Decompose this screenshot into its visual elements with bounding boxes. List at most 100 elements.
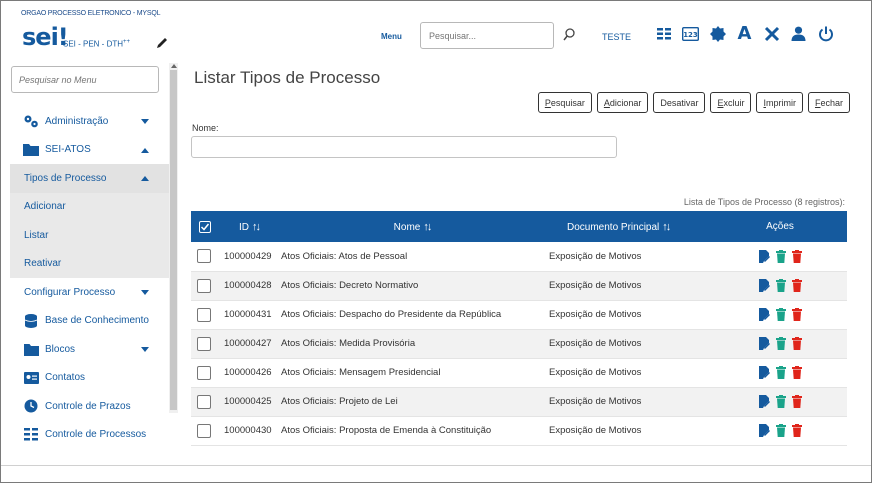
select-all-checkbox[interactable] [199,220,211,233]
row-checkbox[interactable] [197,365,211,380]
sei-logo[interactable]: sei! [22,23,69,51]
sidebar-scrollbar[interactable] [169,63,178,413]
menu-toggle-link[interactable]: Menu [381,32,402,41]
sidebar-menu: Administração SEI-ATOS Tipos de Processo… [10,63,169,457]
edit-icon[interactable] [758,279,770,292]
fechar-button[interactable]: Fechar [807,92,850,113]
sidebar-item-tipos-de-processo[interactable]: Tipos de Processo [10,164,169,193]
row-name: Atos Oficiais: Mensagem Presidencial [281,358,543,388]
row-checkbox-cell[interactable] [191,329,219,359]
user-icon[interactable] [790,25,807,42]
sort-arrows-icon[interactable]: ↑↓ [252,221,261,233]
row-checkbox-cell[interactable] [191,416,219,446]
doc-column-header[interactable]: Documento Principal ↑↓ [543,211,713,242]
edit-icon[interactable] [758,249,770,263]
table-row[interactable]: 100000427 Atos Oficiais: Medida Provisóri… [191,329,847,359]
scroll-up-arrow-icon[interactable] [171,64,177,68]
sidebar-item-adicionar[interactable]: Adicionar [10,192,169,221]
row-id: 100000426 [219,358,281,388]
excluir-button[interactable]: Excluir [710,92,752,113]
contrast-icon[interactable]: 123 [682,25,699,42]
desativar-button[interactable]: Desativar [653,92,706,113]
unit-selector-link[interactable]: TESTE [602,32,631,42]
deactivate-trash-icon[interactable] [775,424,786,437]
tools-icon[interactable] [763,25,780,42]
deactivate-trash-icon[interactable] [775,308,786,321]
row-checkbox[interactable] [197,336,211,351]
delete-trash-icon[interactable] [791,337,802,350]
row-checkbox[interactable] [197,423,211,438]
deactivate-trash-icon[interactable] [775,337,786,350]
id-column-header[interactable]: ID ↑↓ [219,211,281,242]
pencil-icon[interactable] [156,37,168,49]
row-checkbox-cell[interactable] [191,271,219,301]
imprimir-button[interactable]: Imprimir [756,92,803,113]
deactivate-trash-icon[interactable] [775,366,786,379]
sidebar-item-blocos[interactable]: Blocos [10,335,169,364]
sidebar-item-listar[interactable]: Listar [10,221,169,250]
row-checkbox-cell[interactable] [191,242,219,272]
row-checkbox[interactable] [197,394,211,409]
sidebar-item-administracao[interactable]: Administração [10,107,169,136]
row-actions [713,329,847,359]
row-checkbox-cell[interactable] [191,387,219,417]
delete-trash-icon[interactable] [791,279,802,292]
edit-icon[interactable] [758,308,770,321]
table-row[interactable]: 100000428 Atos Oficiais: Decreto Normativ… [191,271,847,301]
table-caption: Lista de Tipos de Processo (8 registros)… [683,197,845,207]
row-checkbox[interactable] [197,249,211,264]
chevron-up-icon [141,176,149,181]
row-checkbox-cell[interactable] [191,358,219,388]
scrollbar-thumb[interactable] [170,70,177,410]
row-checkbox[interactable] [197,307,211,322]
delete-trash-icon[interactable] [791,366,802,379]
sidebar-item-label: Blocos [45,343,76,355]
pesquisar-button[interactable]: Pesquisar [537,92,592,113]
sidebar-item-label: Controle de Prazos [45,400,131,412]
delete-trash-icon[interactable] [791,249,802,263]
deactivate-trash-icon[interactable] [775,395,786,408]
table-row[interactable]: 100000430 Atos Oficiais: Proposta de Emen… [191,416,847,446]
search-icon[interactable] [563,28,575,42]
power-icon[interactable] [817,25,834,42]
sort-arrows-icon[interactable]: ↑↓ [423,221,432,233]
delete-trash-icon[interactable] [791,424,802,437]
menu-search-input[interactable] [11,66,159,93]
row-checkbox[interactable] [197,278,211,293]
select-all-header[interactable] [191,211,219,242]
deactivate-trash-icon[interactable] [775,249,786,263]
row-checkbox-cell[interactable] [191,300,219,330]
table-row[interactable]: 100000425 Atos Oficiais: Projeto de Lei Ex… [191,387,847,417]
deactivate-trash-icon[interactable] [775,279,786,292]
delete-trash-icon[interactable] [791,308,802,321]
sidebar-item-reativar[interactable]: Reativar [10,249,169,278]
sidebar-item-controle-de-prazos[interactable]: Controle de Prazos [10,392,169,421]
action-buttons: Pesquisar Adicionar Desativar Excluir Im… [537,92,850,113]
global-search-input[interactable] [420,22,554,49]
sidebar-item-configurar-processo[interactable]: Configurar Processo [10,278,169,307]
sidebar-item-label: Reativar [24,258,62,270]
sidebar-item-sei-atos[interactable]: SEI-ATOS [10,136,169,165]
edit-icon[interactable] [758,366,770,379]
row-actions [713,387,847,417]
edit-icon[interactable] [758,337,770,350]
sidebar-item-controle-de-processos[interactable]: Controle de Processos [10,421,169,450]
table-row[interactable]: 100000426 Atos Oficiais: Mensagem Preside… [191,358,847,388]
edit-icon[interactable] [758,395,770,408]
sidebar-item-label: Listar [24,229,49,241]
sidebar-item-contatos[interactable]: Contatos [10,364,169,393]
list-icon[interactable] [655,25,672,42]
table-row[interactable]: 100000429 Atos Oficiais: Atos de Pessoal E… [191,242,847,272]
adicionar-button[interactable]: Adicionar [596,92,649,113]
table-row[interactable]: 100000431 Atos Oficiais: Despacho do Pres… [191,300,847,330]
sort-arrows-icon[interactable]: ↑↓ [662,221,671,233]
font-size-icon[interactable]: A [736,25,753,43]
sidebar-item-label: Administração [45,115,109,127]
name-filter-input[interactable] [191,136,617,158]
gear-badge-icon[interactable] [709,25,726,42]
delete-trash-icon[interactable] [791,395,802,408]
sidebar-item-base-de-conhecimento[interactable]: Base de Conhecimento [10,307,169,336]
name-column-header[interactable]: Nome ↑↓ [281,211,543,242]
row-name: Atos Oficiais: Atos de Pessoal [281,242,543,272]
edit-icon[interactable] [758,424,770,437]
